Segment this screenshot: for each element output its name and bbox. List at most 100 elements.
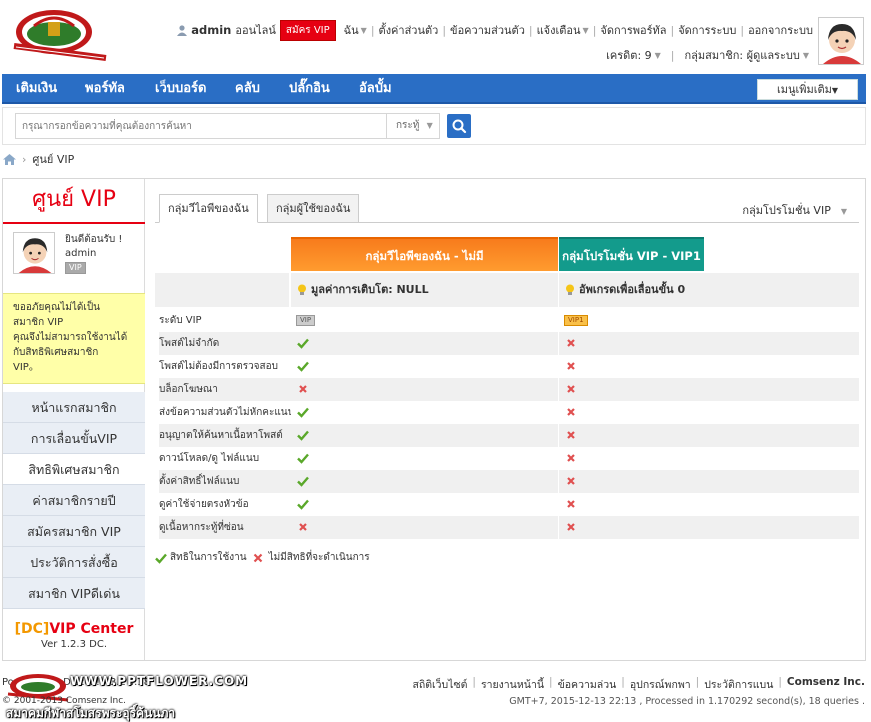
chevron-down-icon: ▼	[802, 50, 809, 60]
cross-icon	[299, 523, 307, 531]
credit-link[interactable]: เครดิต: 9	[606, 46, 652, 64]
cross-icon	[567, 477, 575, 485]
search-input[interactable]	[15, 113, 386, 139]
portal-admin-link[interactable]: จัดการพอร์ทัล	[600, 21, 666, 39]
row-label: ดูค่าใช้จ่ายตรงหัวข้อ	[159, 499, 249, 510]
footer-company-link[interactable]: Comsenz Inc.	[787, 676, 865, 693]
site-logo[interactable]	[8, 6, 112, 64]
footer-link-mobile[interactable]: อุปกรณ์พกพา	[630, 676, 691, 693]
main-panel: ศูนย์ VIP ยินดีต้อนรับ ! admin VIP ขออภั…	[2, 178, 866, 661]
sidebar-item-member-home[interactable]: หน้าแรกสมาชิก	[3, 392, 145, 423]
table-summary-row: มูลค่าการเติบโต: NULL อัพเกรดเพื่อเลื่อน…	[155, 273, 859, 307]
sidebar-item-top-vip[interactable]: สมาชิก VIPดีเด่น	[3, 578, 145, 609]
mine-permission-cell	[291, 470, 558, 493]
mine-permission-cell	[291, 378, 558, 401]
cross-icon	[567, 408, 575, 416]
more-menu-button[interactable]: เมนูเพิ่มเติม▼	[757, 79, 858, 100]
table-row: โพสต์ไม่ต้องมีการตรวจสอบ	[155, 355, 859, 378]
sidebar-item-vip-upgrade[interactable]: การเลื่อนขั้นVIP	[3, 423, 145, 454]
level-mine-cell: VIP	[291, 309, 558, 332]
row-label: ส่งข้อความส่วนตัวไม่หักคะแนน	[159, 407, 291, 418]
sidebar-item-privileges[interactable]: สิทธิพิเศษสมาชิก	[3, 454, 145, 485]
promo-permission-cell	[559, 470, 859, 493]
search-button[interactable]	[447, 114, 471, 138]
table-row: อนุญาตให้ค้นหาเนื้อหาโพสต์	[155, 424, 859, 447]
footer-link-stats[interactable]: สถิติเว็บไซต์	[412, 676, 467, 693]
messages-link[interactable]: ข้อความส่วนตัว	[450, 21, 525, 39]
footer-link-ban-history[interactable]: ประวัติการแบน	[704, 676, 773, 693]
level-promo-cell: VIP1	[559, 309, 859, 332]
row-label: อนุญาตให้ค้นหาเนื้อหาโพสต์	[159, 424, 291, 447]
row-label: ดาวน์โหลด/ดู ไฟล์แนบ	[159, 453, 260, 464]
notice-line: สมาชิก VIP	[13, 317, 64, 328]
settings-link[interactable]: ตั้งค่าส่วนตัว	[379, 21, 439, 39]
home-icon[interactable]	[3, 153, 16, 165]
notice-line: คุณจึงไม่สามารถใช้งานได้	[13, 332, 128, 343]
nav-item-topup[interactable]: เติมเงิน	[16, 74, 57, 104]
member-group-link[interactable]: กลุ่มสมาชิก: ผู้ดูแลระบบ	[685, 46, 800, 64]
growth-value: มูลค่าการเติบโต: NULL	[311, 283, 429, 296]
tab-my-vip-group[interactable]: กลุ่มวีไอพีของฉัน	[159, 194, 258, 223]
promo-group-label: กลุ่มโปรโมชั่น VIP	[742, 204, 831, 217]
vip-signup-badge[interactable]: สมัคร VIP	[279, 19, 336, 41]
sidebar-avatar[interactable]	[13, 232, 55, 274]
table-row: ตั้งค่าสิทธิ์ไฟล์แนบ	[155, 470, 859, 493]
avatar[interactable]	[818, 17, 864, 65]
table-row: ส่งข้อความส่วนตัวไม่หักคะแนน	[155, 401, 859, 424]
divider: |	[695, 676, 700, 688]
welcome-text: ยินดีต้อนรับ !	[65, 234, 123, 245]
brand-title: [DC]VIP Center	[3, 621, 145, 638]
row-label: ดูเนื้อหากระทู้ที่ซ่อน	[159, 516, 291, 539]
divider: |	[592, 23, 597, 37]
mine-permission-cell	[291, 424, 558, 447]
notifications-link[interactable]: แจ้งเตือน	[537, 21, 581, 39]
sidebar: ศูนย์ VIP ยินดีต้อนรับ ! admin VIP ขออภั…	[3, 179, 145, 660]
user-info-bar: เครดิต: 9 ▼ | กลุ่มสมาชิก: ผู้ดูแลระบบ ▼	[606, 47, 809, 63]
footer-link-messages[interactable]: ข้อความล่วน	[558, 676, 617, 693]
online-status[interactable]: ออนไลน์	[235, 21, 276, 39]
chevron-down-icon: ▼	[360, 25, 367, 35]
col-header-promo-vip[interactable]: กลุ่มโปรโมชั่น VIP - VIP1	[559, 237, 704, 271]
sidebar-item-annual-fee[interactable]: ค่าสมาชิกรายปี	[3, 485, 145, 516]
nav-item-album[interactable]: อัลบั้ม	[359, 74, 392, 104]
divider: |	[549, 676, 553, 688]
search-type-select[interactable]: กระทู้ ▼	[386, 113, 440, 139]
breadcrumb-current[interactable]: ศูนย์ VIP	[32, 150, 74, 168]
divider: |	[740, 23, 745, 37]
footer-stats: GMT+7, 2015-12-13 22:13 , Processed in 1…	[509, 696, 865, 707]
nav-item-forum[interactable]: เว็บบอร์ด	[155, 74, 206, 104]
promo-group-dropdown[interactable]: กลุ่มโปรโมชั่น VIP ▼	[742, 201, 847, 219]
vip1-level-badge: VIP1	[564, 315, 588, 326]
vip-level-badge: VIP	[296, 315, 316, 326]
cross-icon	[567, 339, 575, 347]
check-icon	[297, 499, 309, 510]
cross-icon	[567, 362, 575, 370]
tab-my-user-group[interactable]: กลุ่มผู้ใช้ของฉัน	[267, 194, 360, 223]
sidebar-username[interactable]: admin	[65, 247, 122, 261]
chevron-down-icon: ▼	[426, 121, 433, 130]
username-link[interactable]: admin	[191, 23, 231, 37]
search-bar: กระทู้ ▼	[2, 107, 866, 145]
logout-link[interactable]: ออกจากระบบ	[748, 21, 813, 39]
system-admin-link[interactable]: จัดการระบบ	[678, 21, 736, 39]
sidebar-item-order-history[interactable]: ประวัติการสั่งซื้อ	[3, 547, 145, 578]
welcome-block: ยินดีต้อนรับ ! admin VIP	[65, 233, 122, 275]
brand-prefix: [DC]	[14, 621, 50, 637]
notice-line: VIP。	[13, 362, 39, 373]
row-label: โพสต์ไม่จำกัด	[159, 332, 291, 355]
growth-cell: มูลค่าการเติบโต: NULL	[291, 273, 558, 307]
footer-link-report[interactable]: รายงานหน้านี้	[481, 676, 544, 693]
check-icon	[297, 476, 309, 487]
legend: สิทธิในการใช้งาน ไม่มีสิทธิที่จะดำเนินกา…	[155, 550, 370, 565]
nav-item-portal[interactable]: พอร์ทัล	[85, 74, 125, 104]
my-menu-link[interactable]: ฉัน	[344, 21, 359, 39]
footer-site-name: สมาคมกีฬาสโมสรพระอุริ์ค้นนภา	[6, 706, 176, 720]
main-nav: เติมเงิน พอร์ทัล เว็บบอร์ด คลับ ปลั๊กอิน…	[2, 74, 866, 104]
nav-item-plugins[interactable]: ปลั๊กอิน	[289, 74, 330, 104]
sidebar-item-vip-signup[interactable]: สมัครสมาชิก VIP	[3, 516, 145, 547]
divider: |	[778, 676, 782, 688]
nav-item-club[interactable]: คลับ	[235, 74, 260, 104]
divider: |	[621, 676, 625, 688]
row-label: โพสต์ไม่ต้องมีการตรวจสอบ	[159, 361, 278, 372]
notice-line: กับสิทธิพิเศษสมาชิก	[13, 347, 99, 358]
